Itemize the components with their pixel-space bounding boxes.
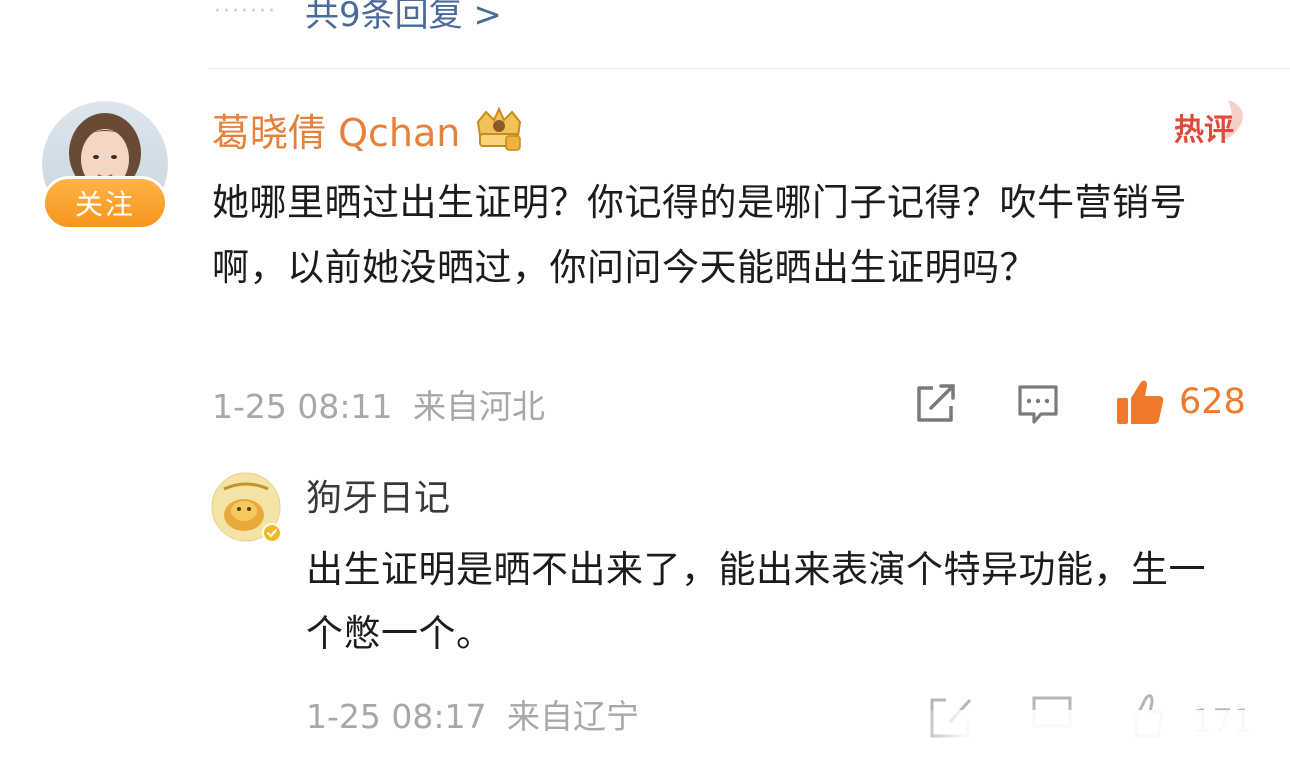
comment-timestamp: 1-25 08:11 [212, 387, 393, 426]
like-count: 628 [1179, 382, 1246, 422]
hot-tag-label: 热评 [1174, 113, 1234, 148]
comment-button[interactable] [1017, 384, 1059, 426]
reply-meta: 1-25 08:17 来自辽宁 [306, 690, 639, 738]
comment-header: 葛晓倩 Qchan [212, 102, 526, 156]
comment-icon [1018, 385, 1058, 424]
reply-location: 来自辽宁 [507, 697, 639, 736]
comment-username[interactable]: 葛晓倩 Qchan [212, 102, 460, 157]
comment-divider [208, 68, 1290, 69]
thumbs-up-icon [1117, 380, 1164, 424]
reply-username[interactable]: 狗牙日记 [306, 469, 450, 521]
share-button[interactable] [915, 384, 957, 424]
reply-body: 出生证明是晒不出来了，能出来表演个特异功能，生一个憋一个。 [306, 548, 1206, 655]
comment-meta: 1-25 08:11 来自河北 [212, 380, 545, 428]
more-replies-dots: ······· [214, 0, 277, 24]
reply-timestamp: 1-25 08:17 [306, 697, 487, 736]
view-all-replies-link[interactable]: 共9条回复 > [305, 0, 502, 36]
hot-comment-tag: 热评 [1174, 100, 1243, 148]
watermark-overlay [920, 710, 1290, 758]
crown-badge-icon [477, 106, 522, 151]
follow-button[interactable]: 关注 [42, 176, 168, 230]
more-replies-row[interactable]: ······· 共9条回复 > [214, 0, 502, 36]
like-button[interactable]: 628 [1115, 378, 1246, 426]
comment-body: 她哪里晒过出生证明？你记得的是哪门子记得？吹牛营销号啊，以前她没晒过，你问问今天… [212, 181, 1187, 289]
comment-location: 来自河北 [413, 387, 545, 426]
reply-avatar-image [211, 472, 282, 543]
share-icon [917, 384, 955, 422]
reply-avatar[interactable] [210, 471, 282, 543]
